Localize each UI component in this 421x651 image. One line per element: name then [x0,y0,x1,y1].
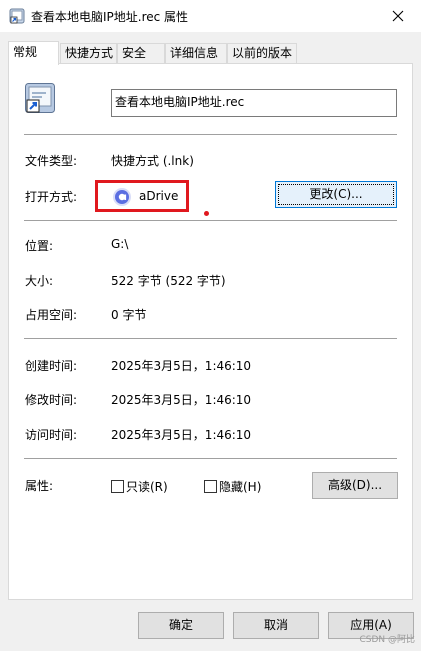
size-label: 大小: [25,274,54,288]
divider [24,338,397,339]
ok-button[interactable]: 确定 [138,612,224,639]
cancel-button[interactable]: 取消 [233,612,319,639]
accessed-value: 2025年3月5日，1:46:10 [111,428,252,442]
adrive-icon [112,187,132,207]
open-with-app-name: aDrive [139,189,179,203]
tab-general[interactable]: 常规 [8,41,59,65]
divider [24,458,397,459]
file-type-label: 文件类型: [25,154,78,168]
location-label: 位置: [25,239,54,253]
tab-previous-versions[interactable]: 以前的版本 [227,43,297,64]
attributes-label: 属性: [25,479,54,493]
accessed-label: 访问时间: [25,428,78,442]
close-icon [392,10,404,22]
hidden-checkbox[interactable] [204,480,217,493]
window-title: 查看本地电脑IP地址.rec 属性 [31,10,189,24]
file-name-field[interactable]: 查看本地电脑IP地址.rec [111,89,397,117]
size-on-disk-label: 占用空间: [25,308,78,322]
shortcut-file-icon [9,8,25,24]
shortcut-file-icon [24,82,56,114]
divider [24,134,397,135]
change-button[interactable]: 更改(C)... [275,181,397,208]
size-on-disk-value: 0 字节 [111,308,147,322]
tab-shortcut[interactable]: 快捷方式 [60,43,117,64]
annotation-dot [204,211,209,216]
modified-label: 修改时间: [25,393,78,407]
size-value: 522 字节 (522 字节) [111,274,226,288]
open-with-app-highlight: aDrive [95,180,189,212]
advanced-button[interactable]: 高级(D)... [312,472,398,499]
file-type-value: 快捷方式 (.lnk) [111,154,194,168]
readonly-checkbox-label[interactable]: 只读(R) [126,478,168,495]
open-with-label: 打开方式: [25,190,78,204]
tab-details[interactable]: 详细信息 [165,43,227,64]
modified-value: 2025年3月5日，1:46:10 [111,393,252,407]
readonly-checkbox[interactable] [111,480,124,493]
hidden-checkbox-label[interactable]: 隐藏(H) [219,478,261,495]
created-label: 创建时间: [25,359,78,373]
title-bar: 查看本地电脑IP地址.rec 属性 [0,0,421,32]
divider [24,220,397,221]
location-value: G:\ [111,237,129,251]
tab-security[interactable]: 安全 [117,43,165,64]
created-value: 2025年3月5日，1:46:10 [111,359,252,373]
general-panel: 查看本地电脑IP地址.rec 文件类型: 快捷方式 (.lnk) 打开方式: a… [8,63,413,600]
close-button[interactable] [375,0,421,32]
watermark: CSDN @阿比 [359,635,415,645]
